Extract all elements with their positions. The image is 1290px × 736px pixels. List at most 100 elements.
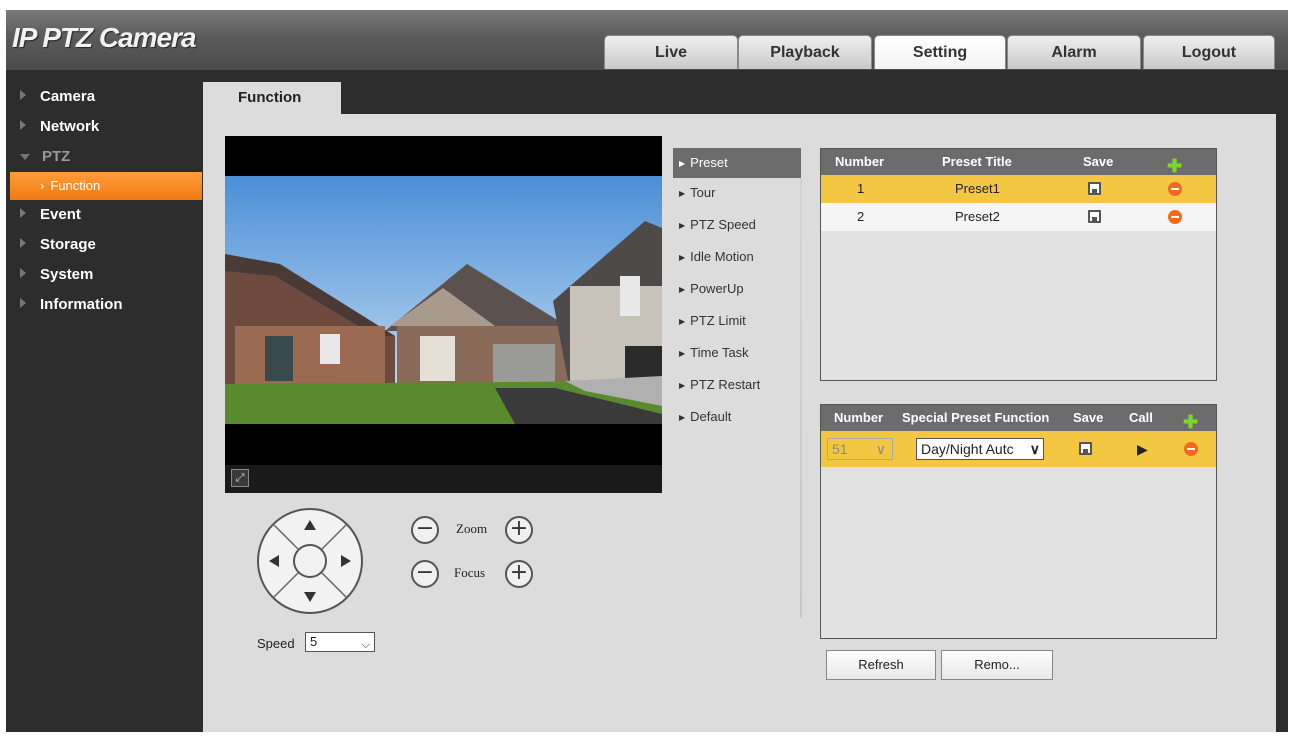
focus-label: Focus xyxy=(454,565,486,580)
house-scene-image xyxy=(225,176,662,424)
app-logo: IP PTZ Camera xyxy=(12,22,197,53)
preset-title: Preset2 xyxy=(955,209,1000,224)
column-header-call: Call xyxy=(1129,410,1153,425)
tab-alarm[interactable]: Alarm xyxy=(1007,35,1141,69)
sidebar-item-label: Information xyxy=(40,296,123,313)
direction-pad-graphic xyxy=(257,508,363,614)
delete-icon[interactable] xyxy=(1168,182,1182,196)
focus-in-button[interactable]: + xyxy=(505,560,533,588)
content-panel: ⤢ − Zoom + − Focus + Speed 5 ⌵ ▶ Preset … xyxy=(203,114,1276,732)
speed-select[interactable]: 5 ⌵ xyxy=(305,632,375,652)
save-icon[interactable] xyxy=(1079,442,1092,455)
save-icon[interactable] xyxy=(1088,182,1101,195)
delete-icon[interactable] xyxy=(1184,442,1198,456)
zoom-in-button[interactable]: + xyxy=(505,516,533,544)
menu-item-ptz-restart[interactable]: ▶ PTZ Restart xyxy=(673,370,801,402)
function-menu: ▶ Preset ▶ Tour ▶ PTZ Speed ▶ Idle Motion ▶ P… xyxy=(673,148,801,434)
video-toolbar xyxy=(225,465,662,493)
speed-label: Speed xyxy=(257,636,295,651)
expand-arrow-icon xyxy=(20,90,26,100)
refresh-button[interactable]: Refresh xyxy=(826,650,936,680)
sidebar-item-label: System xyxy=(40,266,94,283)
zoom-label: Zoom xyxy=(456,521,488,536)
expand-arrow-icon xyxy=(20,208,26,218)
special-function-select[interactable]: Day/Night Autc ∨ xyxy=(916,438,1044,460)
fullscreen-icon[interactable]: ⤢ xyxy=(231,469,249,487)
sidebar-item-network[interactable]: Network xyxy=(6,112,202,142)
app-frame: IP PTZ Camera Live Playback Setting Alar… xyxy=(6,10,1288,732)
remove-button[interactable]: Remo... xyxy=(941,650,1053,680)
sidebar-item-label: Network xyxy=(40,118,100,135)
table-row[interactable]: 1 Preset1 xyxy=(821,175,1216,203)
chevron-down-icon: ⌵ xyxy=(361,639,370,651)
menu-item-powerup[interactable]: ▶ PowerUp xyxy=(673,274,801,306)
column-header-number: Number xyxy=(834,410,884,425)
expand-arrow-icon xyxy=(20,298,26,308)
caret-right-icon: ▶ xyxy=(679,349,686,358)
preset-number: 2 xyxy=(857,209,865,224)
caret-right-icon: ▶ xyxy=(679,253,686,262)
caret-right-icon: ▶ xyxy=(679,285,686,294)
preset-title: Preset1 xyxy=(955,181,1000,196)
caret-right-icon: ▶ xyxy=(679,381,686,390)
menu-item-ptz-speed[interactable]: ▶ PTZ Speed xyxy=(673,210,801,242)
caret-right-icon: ▶ xyxy=(679,317,686,326)
tab-logout[interactable]: Logout xyxy=(1143,35,1275,69)
zoom-out-button[interactable]: − xyxy=(411,516,439,544)
table-row[interactable]: 2 Preset2 xyxy=(821,203,1216,231)
menu-item-default[interactable]: ▶ Default xyxy=(673,402,801,434)
sidebar-item-label: PTZ xyxy=(42,148,71,165)
sidebar-item-event[interactable]: Event xyxy=(6,200,202,230)
speed-value: 5 xyxy=(310,634,318,649)
menu-item-time-task[interactable]: ▶ Time Task xyxy=(673,338,801,370)
sidebar-item-label: Camera xyxy=(40,88,96,105)
menu-item-tour[interactable]: ▶ Tour xyxy=(673,178,801,210)
video-preview: ⤢ xyxy=(225,136,662,493)
sidebar-item-storage[interactable]: Storage xyxy=(6,230,202,260)
play-icon[interactable]: ▶ xyxy=(1137,435,1148,463)
sidebar-subitem-function[interactable]: › Function xyxy=(10,172,202,200)
caret-right-icon: ▶ xyxy=(679,413,686,422)
save-icon[interactable] xyxy=(1088,210,1101,223)
sidebar-item-information[interactable]: Information xyxy=(6,290,202,320)
sidebar-item-label: Event xyxy=(40,206,81,223)
column-header-special-function: Special Preset Function xyxy=(902,410,1050,425)
sidebar: Camera Network PTZ › Function Event Stora… xyxy=(6,82,202,320)
caret-right-icon: ▶ xyxy=(679,221,686,230)
delete-icon[interactable] xyxy=(1168,210,1182,224)
sidebar-item-camera[interactable]: Camera xyxy=(6,82,202,112)
expand-arrow-icon xyxy=(20,120,26,130)
special-preset-table: Number Special Preset Function Save Call… xyxy=(820,404,1217,639)
camera-feed-image xyxy=(225,176,662,424)
menu-item-preset[interactable]: ▶ Preset xyxy=(673,148,801,178)
focus-out-button[interactable]: − xyxy=(411,560,439,588)
expand-arrow-icon xyxy=(20,238,26,248)
tab-playback[interactable]: Playback xyxy=(738,35,872,69)
expand-arrow-icon xyxy=(20,268,26,278)
table-row[interactable]: 51 ∨ Day/Night Autc ∨ ▶ xyxy=(821,431,1216,467)
column-header-number: Number xyxy=(835,154,885,169)
special-table-header: Number Special Preset Function Save Call… xyxy=(821,405,1216,432)
sidebar-item-label: Storage xyxy=(40,236,96,253)
tab-setting[interactable]: Setting xyxy=(874,35,1006,69)
preset-table-header: Number Preset Title Save ✚ xyxy=(821,149,1216,176)
menu-item-ptz-limit[interactable]: ▶ PTZ Limit xyxy=(673,306,801,338)
tab-live[interactable]: Live xyxy=(604,35,738,69)
chevron-down-icon: ∨ xyxy=(875,441,886,457)
chevron-down-icon: ∨ xyxy=(1029,441,1040,457)
collapse-arrow-icon xyxy=(20,154,30,160)
caret-right-icon: ▶ xyxy=(679,189,686,198)
tab-function[interactable]: Function xyxy=(203,82,341,114)
direction-pad[interactable] xyxy=(255,506,365,616)
special-number-select: 51 ∨ xyxy=(827,438,893,460)
header: IP PTZ Camera Live Playback Setting Alar… xyxy=(6,10,1288,70)
column-header-save: Save xyxy=(1073,410,1104,425)
column-header-save: Save xyxy=(1083,154,1114,169)
sidebar-item-system[interactable]: System xyxy=(6,260,202,290)
sidebar-item-ptz[interactable]: PTZ xyxy=(6,142,202,172)
chevron-right-icon: › xyxy=(40,178,45,193)
menu-item-idle-motion[interactable]: ▶ Idle Motion xyxy=(673,242,801,274)
menu-divider xyxy=(800,178,802,618)
preset-table: Number Preset Title Save ✚ 1 Preset1 2 P… xyxy=(820,148,1217,381)
preset-number: 1 xyxy=(857,181,865,196)
